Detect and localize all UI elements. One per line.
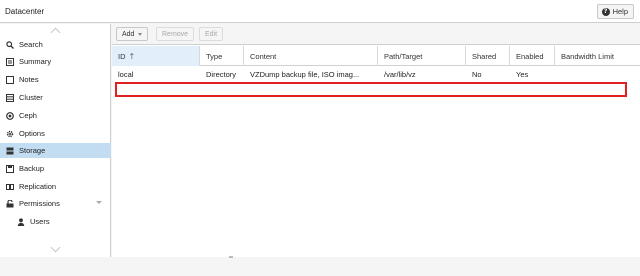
- cluster-icon: [6, 93, 14, 102]
- column-header-label: Enabled: [516, 51, 544, 61]
- column-header-label: ID: [118, 51, 126, 61]
- column-header-type[interactable]: Type: [200, 46, 244, 66]
- storage-panel: Add Remove Edit ID ↑ Type Content Path/T…: [112, 24, 640, 257]
- sidebar-item-replication[interactable]: Replication: [0, 179, 111, 194]
- resize-handle[interactable]: [222, 256, 240, 259]
- table-row[interactable]: local Directory VZDump backup file, ISO …: [112, 67, 640, 82]
- column-header-label: Path/Target: [384, 51, 423, 61]
- sidebar-item-notes[interactable]: Notes: [0, 72, 111, 87]
- sidebar-item-options[interactable]: Options: [0, 126, 111, 141]
- sidebar-item-label: Notes: [19, 75, 39, 84]
- sidebar-item-label: Permissions: [19, 199, 60, 208]
- chevron-down-icon: [138, 32, 143, 36]
- replication-icon: [6, 183, 14, 191]
- gear-icon: [6, 130, 14, 138]
- add-button-label: Add: [122, 30, 135, 38]
- column-header-label: Bandwidth Limit: [561, 51, 614, 61]
- sidebar-item-search[interactable]: Search: [0, 37, 111, 52]
- sidebar-item-label: Replication: [19, 182, 57, 191]
- chevron-down-icon: [50, 242, 61, 252]
- lock-icon: [6, 199, 14, 208]
- sidebar-item-users[interactable]: Users: [0, 214, 111, 229]
- notes-icon: [6, 75, 14, 84]
- cell-type: Directory: [206, 70, 237, 79]
- column-header-bandwidth[interactable]: Bandwidth Limit: [555, 46, 640, 66]
- scroll-down-button[interactable]: [0, 242, 111, 255]
- sort-ascending-icon: ↑: [128, 51, 136, 61]
- column-header-label: Shared: [472, 51, 497, 61]
- column-header-label: Type: [206, 51, 223, 61]
- sidebar-item-label: Ceph: [19, 111, 37, 120]
- sidebar-item-summary[interactable]: Summary: [0, 54, 111, 69]
- sidebar-item-label: Users: [30, 217, 50, 226]
- sidebar: Search Summary Notes Cluster Ceph Option…: [0, 24, 111, 257]
- sidebar-item-storage[interactable]: Storage: [0, 143, 111, 158]
- column-header-id[interactable]: ID ↑: [112, 46, 200, 66]
- search-icon: [6, 40, 14, 49]
- column-header-path[interactable]: Path/Target: [378, 46, 466, 66]
- summary-icon: [6, 57, 14, 66]
- sidebar-item-label: Cluster: [19, 93, 43, 102]
- remove-button[interactable]: Remove: [156, 27, 195, 41]
- column-header-enabled[interactable]: Enabled: [510, 46, 555, 66]
- cell-content: VZDump backup file, ISO imag...: [250, 70, 360, 79]
- sidebar-item-label: Summary: [19, 57, 52, 66]
- chevron-up-icon: [50, 27, 61, 37]
- expand-caret-icon[interactable]: [96, 201, 102, 204]
- help-button[interactable]: ? Help: [596, 4, 634, 19]
- sidebar-item-ceph[interactable]: Ceph: [0, 108, 111, 123]
- toolbar: Add Remove Edit: [112, 24, 640, 45]
- grid-header: ID ↑ Type Content Path/Target Shared Ena…: [112, 46, 640, 66]
- backup-icon: [6, 164, 14, 173]
- column-header-shared[interactable]: Shared: [466, 46, 510, 66]
- sidebar-item-backup[interactable]: Backup: [0, 161, 111, 176]
- sidebar-item-label: Backup: [19, 164, 45, 173]
- column-header-content[interactable]: Content: [244, 46, 378, 66]
- title-bar: Datacenter ? Help: [0, 0, 640, 23]
- page-title: Datacenter: [5, 7, 45, 16]
- sidebar-item-label: Search: [19, 40, 43, 49]
- remove-button-label: Remove: [162, 30, 189, 38]
- storage-icon: [6, 147, 14, 155]
- help-button-label: Help: [612, 7, 628, 16]
- scroll-up-button[interactable]: [0, 24, 111, 37]
- sidebar-item-label: Storage: [19, 146, 46, 155]
- cell-id: local: [118, 70, 134, 79]
- question-icon: ?: [601, 7, 610, 16]
- edit-button-label: Edit: [205, 30, 218, 38]
- highlight-box: [115, 82, 627, 97]
- sidebar-item-permissions[interactable]: Permissions: [0, 196, 111, 211]
- add-button[interactable]: Add: [116, 27, 149, 41]
- cell-bandwidth: [555, 67, 640, 82]
- user-icon: [17, 217, 25, 226]
- ceph-icon: [6, 111, 14, 120]
- cell-shared: No: [472, 70, 482, 79]
- edit-button[interactable]: Edit: [199, 27, 224, 41]
- column-header-label: Content: [250, 51, 277, 61]
- cell-path: /var/lib/vz: [384, 70, 416, 79]
- cell-enabled: Yes: [516, 70, 529, 79]
- sidebar-item-cluster[interactable]: Cluster: [0, 90, 111, 105]
- sidebar-item-label: Options: [19, 129, 45, 138]
